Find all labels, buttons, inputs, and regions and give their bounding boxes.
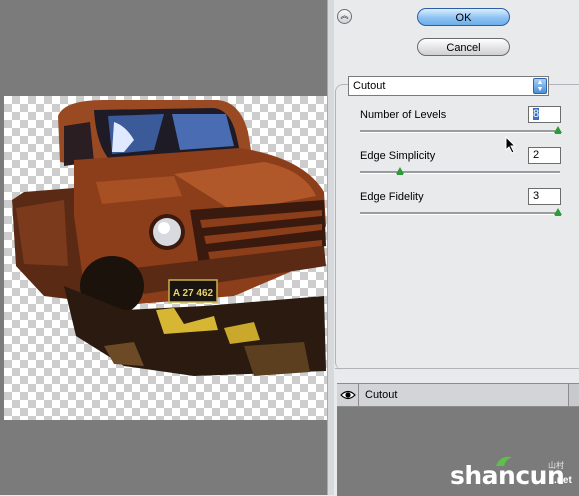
mouse-pointer-icon (505, 136, 517, 154)
eye-icon[interactable] (337, 384, 359, 406)
edge-fidelity-input[interactable]: 3 (528, 188, 561, 205)
watermark-suffix: .net (554, 475, 572, 486)
edge-fidelity-slider-thumb[interactable] (554, 208, 562, 216)
edge-fidelity-slider[interactable] (360, 212, 560, 215)
edge-simplicity-label: Edge Simplicity (360, 150, 436, 162)
edge-simplicity-value: 2 (533, 149, 540, 161)
number-of-levels-slider[interactable] (360, 130, 560, 133)
filter-preview[interactable]: A 27 462 (0, 0, 327, 495)
edge-simplicity-input[interactable]: 2 (528, 147, 561, 164)
license-plate-text: A 27 462 (173, 288, 214, 299)
watermark-cn: 山村 (548, 461, 564, 470)
number-of-levels-label: Number of Levels (360, 109, 447, 121)
scrollbar[interactable] (568, 384, 579, 406)
filter-select-value: Cutout (353, 80, 386, 92)
edge-simplicity-slider-thumb[interactable] (396, 167, 404, 175)
ok-button[interactable]: OK (417, 8, 510, 26)
edge-fidelity-value: 3 (533, 190, 540, 202)
panel-divider[interactable] (327, 0, 334, 495)
number-of-levels-value: 8 (533, 108, 540, 120)
cancel-button[interactable]: Cancel (417, 38, 510, 56)
watermark-logo: shancun 山村 .net (450, 455, 575, 491)
filter-settings-group (335, 84, 579, 370)
truck-image: A 27 462 (12, 100, 326, 376)
chevron-double-up-icon[interactable]: ︽ (337, 9, 352, 24)
divider (335, 368, 579, 369)
edge-simplicity-slider[interactable] (360, 171, 560, 174)
up-down-arrows-icon[interactable]: ▲ ▼ (533, 78, 547, 94)
edge-fidelity-label: Edge Fidelity (360, 191, 424, 203)
preview-canvas[interactable]: A 27 462 (4, 96, 327, 420)
filter-select[interactable]: Cutout ▲ ▼ (348, 76, 549, 96)
effect-layer-row[interactable]: Cutout (337, 384, 579, 407)
number-of-levels-slider-thumb[interactable] (554, 126, 562, 134)
effect-layer-name: Cutout (365, 389, 398, 401)
number-of-levels-input[interactable]: 8 (528, 106, 561, 123)
